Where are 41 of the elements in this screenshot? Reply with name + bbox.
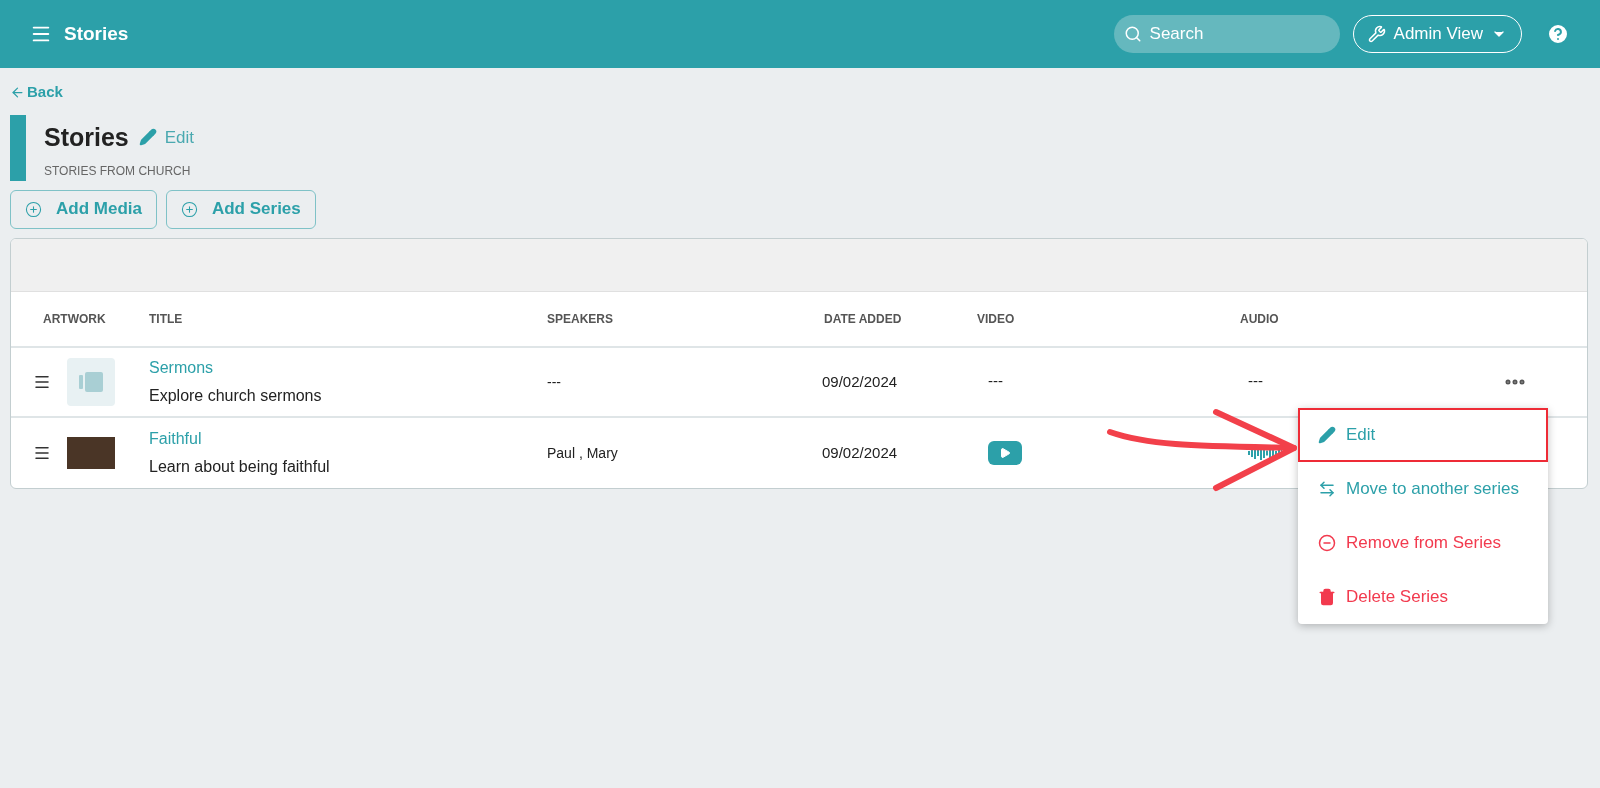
column-header: SPEAKERS xyxy=(547,311,614,326)
video-play-icon[interactable] xyxy=(988,440,1022,465)
edit-link[interactable]: Edit xyxy=(138,124,195,150)
series-description: Explore church sermons xyxy=(149,385,323,406)
series-title-link[interactable]: Faithful xyxy=(149,426,202,451)
table-cell-text: --- xyxy=(988,371,1003,392)
help-icon[interactable] xyxy=(1546,22,1570,46)
add-button[interactable]: Add Series xyxy=(165,189,316,229)
page-subtitle: STORIES FROM CHURCH xyxy=(44,163,192,180)
menu-item[interactable]: Edit xyxy=(1298,408,1548,462)
plus-circle-icon xyxy=(180,200,198,218)
menu-item[interactable]: Move to another series xyxy=(1298,462,1548,516)
pencil-icon xyxy=(1318,426,1336,444)
trash-icon xyxy=(1318,588,1336,606)
column-header: DATE ADDED xyxy=(824,311,902,326)
column-header: AUDIO xyxy=(1240,311,1279,326)
accent-bar xyxy=(10,114,26,181)
table-cell: 09/02/2024 xyxy=(822,443,898,461)
menu-item[interactable]: Remove from Series xyxy=(1298,516,1548,570)
column-header: VIDEO xyxy=(977,311,1015,326)
column-header: ARTWORK xyxy=(43,311,106,326)
table-cell: Paul , Mary xyxy=(547,444,618,461)
column-header: TITLE xyxy=(149,311,183,326)
back-link[interactable]: Back xyxy=(10,81,63,104)
search-icon xyxy=(1123,25,1142,43)
pencil-icon xyxy=(138,128,157,147)
series-title-link[interactable]: Sermons xyxy=(149,355,214,380)
menu-item[interactable]: Delete Series xyxy=(1298,570,1548,624)
table-cell: --- xyxy=(547,373,561,390)
minus-circle-icon xyxy=(1318,534,1336,552)
table-cell: 09/02/2024 xyxy=(822,372,898,390)
app-title: Stories xyxy=(64,21,129,46)
plus-circle-icon xyxy=(25,200,42,218)
add-button[interactable]: Add Media xyxy=(10,189,157,229)
swap-arrows-icon xyxy=(1318,480,1336,498)
table-cell-text: --- xyxy=(1248,371,1263,392)
media-icon xyxy=(79,371,103,392)
page-title: Stories xyxy=(44,121,129,153)
search-field[interactable]: Search xyxy=(1113,15,1340,53)
series-description: Learn about being faithful xyxy=(149,456,331,477)
tools-icon xyxy=(1367,25,1386,43)
